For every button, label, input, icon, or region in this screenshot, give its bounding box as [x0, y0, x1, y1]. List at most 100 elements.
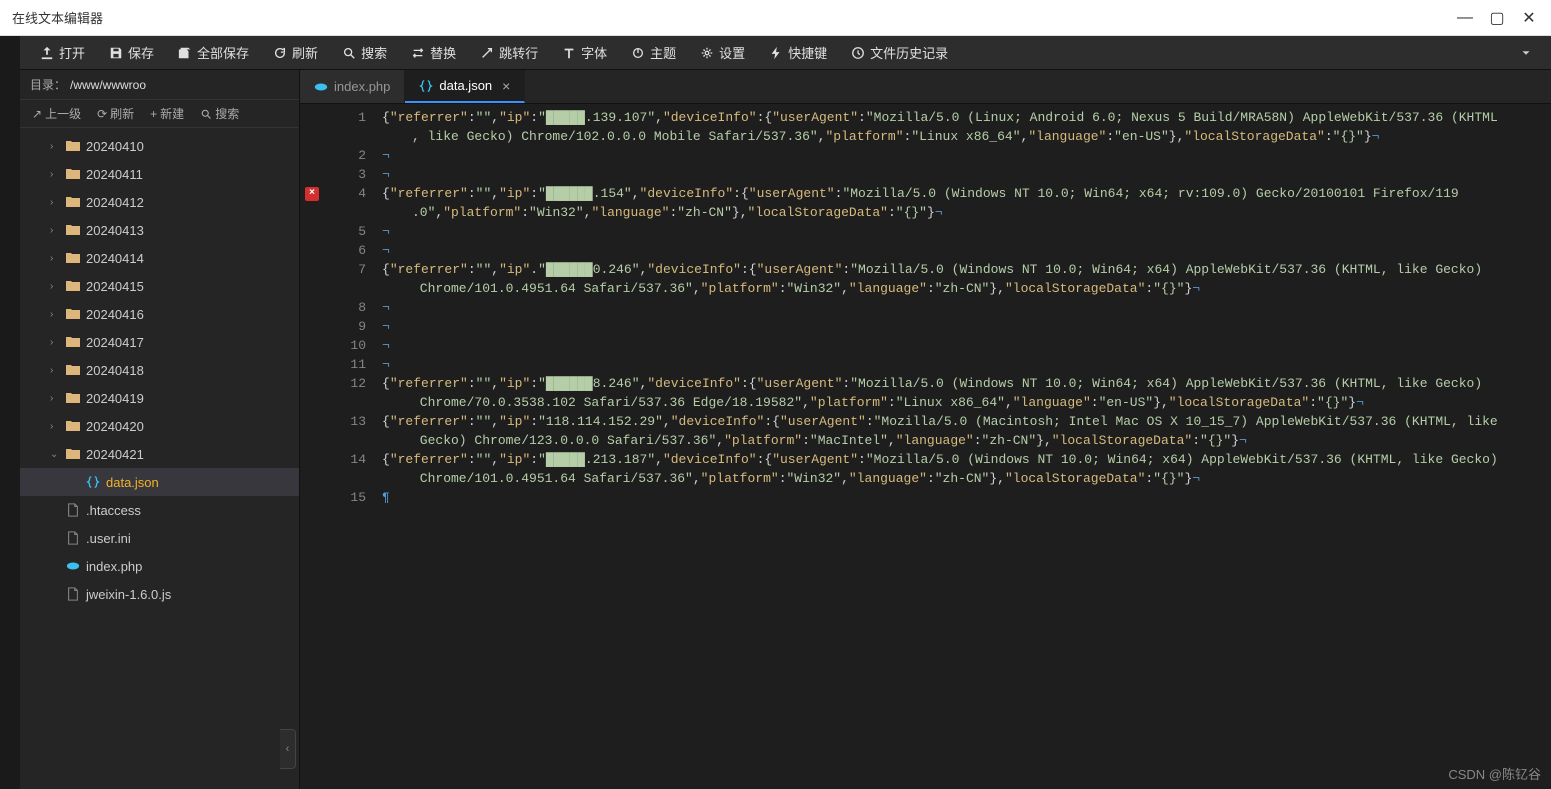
file-item[interactable]: .htaccess — [20, 496, 299, 524]
gear-icon — [700, 46, 714, 60]
folder-item[interactable]: ›20240415 — [20, 272, 299, 300]
search-icon — [342, 46, 356, 60]
code-line[interactable]: {"referrer":"","ip":"█████.139.107","dev… — [382, 108, 1551, 127]
sidebar-collapse-handle[interactable]: ‹ — [280, 729, 296, 769]
flash-icon — [769, 46, 783, 60]
tree-item-label: 20240417 — [86, 335, 144, 350]
toolbar-label: 字体 — [581, 43, 607, 62]
chevron-icon: › — [50, 365, 64, 376]
code-line[interactable]: ¬ — [382, 146, 1551, 165]
refresh-button[interactable]: 刷新 — [261, 36, 330, 69]
folder-item[interactable]: ›20240420 — [20, 412, 299, 440]
code-line[interactable]: Chrome/70.0.3538.102 Safari/537.36 Edge/… — [382, 393, 1551, 412]
toolbar-expand[interactable] — [1509, 46, 1543, 60]
up-level-button[interactable]: ↗ 上一级 — [26, 105, 87, 122]
code-line[interactable]: Chrome/101.0.4951.64 Safari/537.36","pla… — [382, 279, 1551, 298]
php-icon — [314, 80, 328, 94]
file-item[interactable]: index.php — [20, 552, 299, 580]
code-line[interactable]: .0","platform":"Win32","language":"zh-CN… — [382, 203, 1551, 222]
tree-item-label: .htaccess — [86, 503, 141, 518]
close-tab-icon[interactable]: × — [502, 78, 510, 94]
folder-icon — [64, 278, 82, 294]
folder-item[interactable]: ›20240411 — [20, 160, 299, 188]
error-gutter: × — [300, 104, 324, 789]
tree-item-label: 20240411 — [86, 167, 143, 182]
maximize-icon[interactable]: ▢ — [1487, 8, 1507, 28]
action-label: 刷新 — [110, 105, 134, 122]
toolbar-label: 快捷键 — [788, 43, 827, 62]
chevron-icon: › — [50, 253, 64, 264]
code-line[interactable]: ¬ — [382, 355, 1551, 374]
error-marker-icon[interactable]: × — [305, 187, 319, 201]
line-numbers: 123456789101112131415 — [324, 104, 374, 789]
code-line[interactable]: ¬ — [382, 317, 1551, 336]
code-line[interactable]: , like Gecko) Chrome/102.0.0.0 Mobile Sa… — [382, 127, 1551, 146]
save-button[interactable]: 保存 — [97, 36, 166, 69]
left-gutter — [0, 36, 20, 789]
code-content[interactable]: {"referrer":"","ip":"█████.139.107","dev… — [374, 104, 1551, 789]
code-line[interactable]: Chrome/101.0.4951.64 Safari/537.36","pla… — [382, 469, 1551, 488]
tab-label: index.php — [334, 79, 390, 94]
clock-icon — [851, 46, 865, 60]
folder-item[interactable]: ›20240414 — [20, 244, 299, 272]
refresh-icon: ⟳ — [97, 107, 107, 121]
file-tree[interactable]: ›20240410›20240411›20240412›20240413›202… — [20, 128, 299, 789]
file-item[interactable]: .user.ini — [20, 524, 299, 552]
file-item[interactable]: data.json — [20, 468, 299, 496]
folder-item[interactable]: ›20240412 — [20, 188, 299, 216]
folder-item[interactable]: ⌄20240421 — [20, 440, 299, 468]
folder-icon — [64, 390, 82, 406]
file-item[interactable]: jweixin-1.6.0.js — [20, 580, 299, 608]
code-line[interactable]: {"referrer":"","ip":"██████8.246","devic… — [382, 374, 1551, 393]
sidebar-search-button[interactable]: 搜索 — [194, 105, 245, 122]
code-line[interactable]: {"referrer":"","ip":"██████.154","device… — [382, 184, 1551, 203]
save-all-button[interactable]: 全部保存 — [166, 36, 261, 69]
replace-button[interactable]: 替换 — [399, 36, 468, 69]
code-line[interactable]: ¬ — [382, 165, 1551, 184]
tab-index-php[interactable]: index.php — [300, 70, 405, 103]
new-button[interactable]: + 新建 — [144, 105, 190, 122]
code-line[interactable]: ¬ — [382, 241, 1551, 260]
shortcut-button[interactable]: 快捷键 — [757, 36, 839, 69]
chevron-icon: ⌄ — [50, 449, 64, 460]
folder-icon — [64, 446, 82, 462]
settings-button[interactable]: 设置 — [688, 36, 757, 69]
share-up-icon: ↗ — [32, 107, 42, 121]
chevron-icon: › — [50, 309, 64, 320]
php-icon — [64, 559, 82, 573]
goto-button[interactable]: 跳转行 — [468, 36, 550, 69]
code-line[interactable]: {"referrer":"","ip":"118.114.152.29","de… — [382, 412, 1551, 431]
upload-icon — [40, 46, 54, 60]
chevron-icon: › — [50, 337, 64, 348]
toolbar-label: 文件历史记录 — [870, 43, 948, 62]
code-line[interactable]: {"referrer":"","ip":"█████.213.187","dev… — [382, 450, 1551, 469]
code-line[interactable]: ¶ — [382, 488, 1551, 507]
search-button[interactable]: 搜索 — [330, 36, 399, 69]
code-line[interactable]: ¬ — [382, 222, 1551, 241]
open-button[interactable]: 打开 — [28, 36, 97, 69]
history-button[interactable]: 文件历史记录 — [839, 36, 960, 69]
font-button[interactable]: 字体 — [550, 36, 619, 69]
folder-item[interactable]: ›20240410 — [20, 132, 299, 160]
code-line[interactable]: Gecko) Chrome/123.0.0.0 Safari/537.36","… — [382, 431, 1551, 450]
code-line[interactable]: ¬ — [382, 298, 1551, 317]
folder-icon — [64, 222, 82, 238]
minimize-icon[interactable]: ― — [1455, 8, 1475, 28]
sidebar-refresh-button[interactable]: ⟳ 刷新 — [91, 105, 140, 122]
tab-data-json[interactable]: data.json× — [405, 70, 525, 103]
window-title: 在线文本编辑器 — [12, 8, 1455, 27]
code-line[interactable]: {"referrer":"","ip"."██████0.246","devic… — [382, 260, 1551, 279]
folder-item[interactable]: › 20240417 — [20, 328, 299, 356]
toolbar-label: 打开 — [59, 43, 85, 62]
folder-icon — [64, 306, 82, 322]
folder-item[interactable]: ›20240413 — [20, 216, 299, 244]
folder-item[interactable]: ›20240416 — [20, 300, 299, 328]
folder-item[interactable]: ›20240419 — [20, 384, 299, 412]
toolbar-label: 刷新 — [292, 43, 318, 62]
theme-button[interactable]: 主题 — [619, 36, 688, 69]
folder-icon — [64, 166, 82, 182]
close-icon[interactable]: ✕ — [1519, 8, 1539, 28]
code-line[interactable]: ¬ — [382, 336, 1551, 355]
folder-item[interactable]: ›20240418 — [20, 356, 299, 384]
chevron-icon: › — [50, 281, 64, 292]
